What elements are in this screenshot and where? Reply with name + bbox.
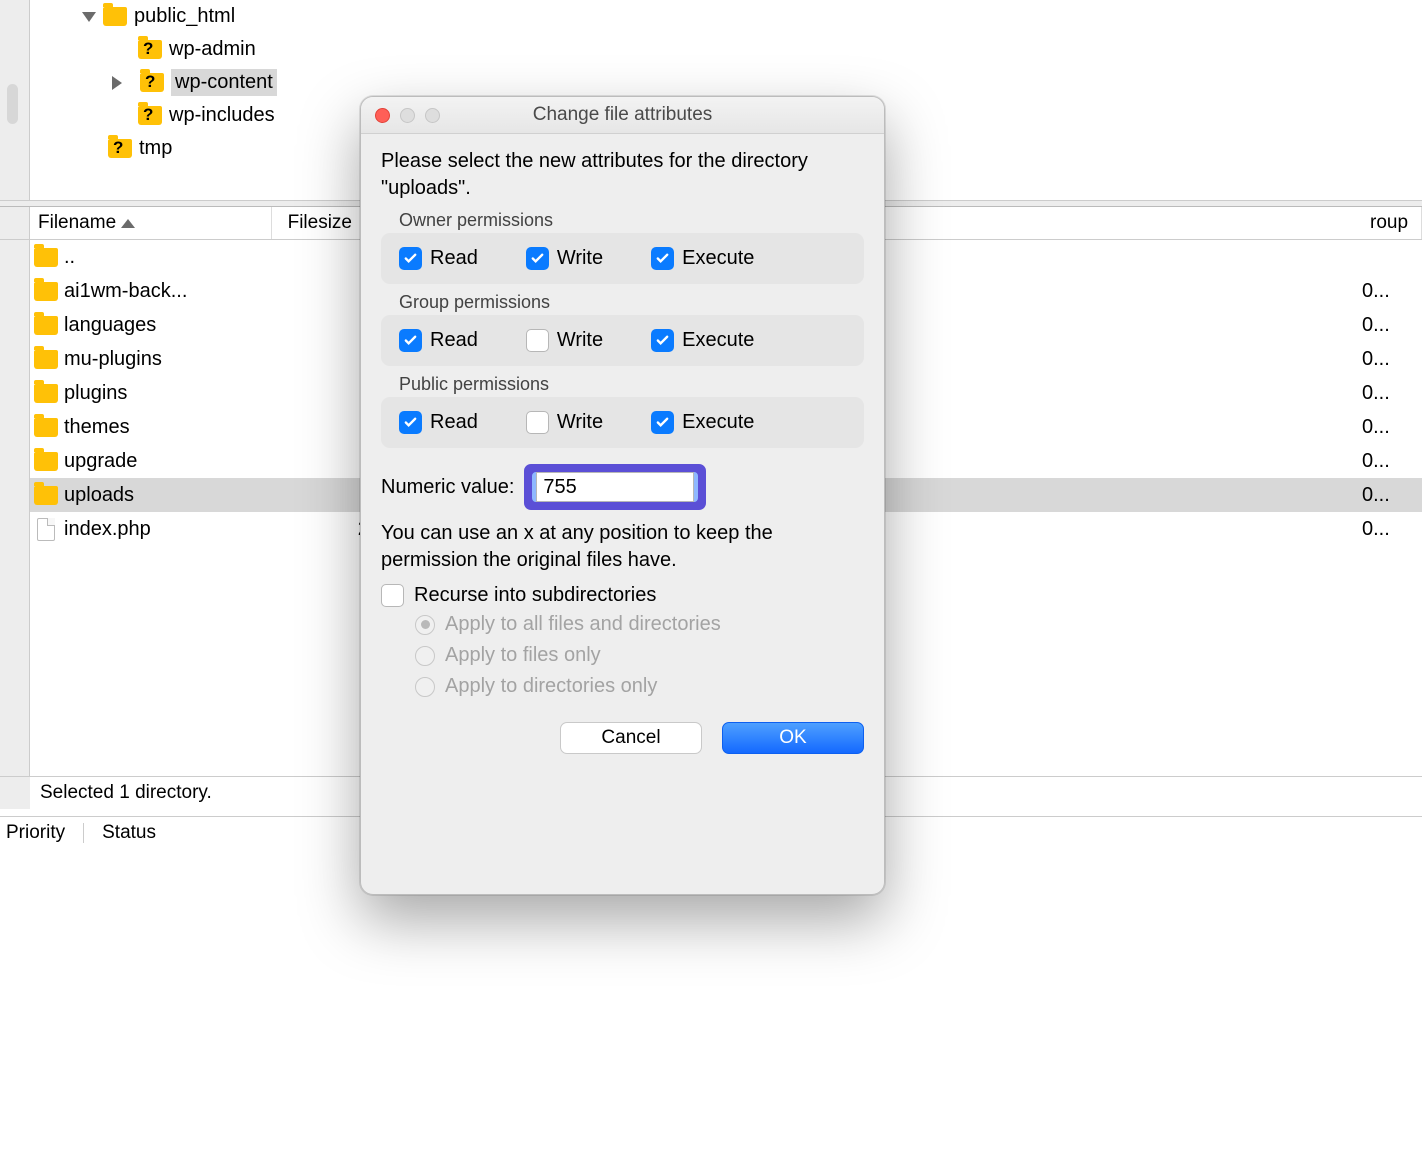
file-group: 0... (1362, 518, 1422, 541)
public-execute-checkbox[interactable]: Execute (651, 411, 754, 434)
checkbox-label: Recurse into subdirectories (414, 584, 656, 607)
header-filesize[interactable]: Filesize (272, 207, 361, 239)
hint-text: You can use an x at any position to keep… (381, 520, 864, 574)
cancel-button[interactable]: Cancel (560, 722, 702, 754)
pane-handle[interactable] (7, 84, 18, 124)
group-permissions: Read Write Execute (381, 315, 864, 366)
file-name: ai1wm-back... (62, 280, 300, 303)
header-label: Filename (38, 212, 116, 234)
apply-dirs-radio: Apply to directories only (415, 675, 864, 698)
file-name: upgrade (62, 450, 300, 473)
tree-label: wp-content (171, 69, 277, 96)
chevron-down-icon[interactable] (82, 12, 96, 22)
public-permissions: Read Write Execute (381, 397, 864, 448)
file-name: uploads (62, 484, 300, 507)
public-read-checkbox[interactable]: Read (399, 411, 478, 434)
checkbox-label: Read (430, 247, 478, 270)
group-permissions-label: Group permissions (399, 292, 864, 313)
change-attributes-dialog: Change file attributes Please select the… (360, 96, 885, 895)
folder-tree: public_html wp-admin wp-content wp-inclu… (45, 0, 385, 165)
radio-icon (415, 646, 435, 666)
dialog-title: Change file attributes (361, 104, 884, 126)
checkbox-label: Execute (682, 329, 754, 352)
owner-permissions-label: Owner permissions (399, 210, 864, 231)
folder-unknown-icon (108, 139, 132, 158)
apply-all-radio: Apply to all files and directories (415, 613, 864, 636)
file-name: languages (62, 314, 300, 337)
tree-label: tmp (139, 137, 172, 160)
header-filename[interactable]: Filename (30, 207, 272, 239)
numeric-value-input[interactable] (536, 472, 694, 502)
owner-read-checkbox[interactable]: Read (399, 247, 478, 270)
radio-label: Apply to all files and directories (445, 613, 721, 636)
header-group[interactable]: roup (1362, 207, 1422, 239)
folder-icon (34, 248, 58, 267)
folder-icon (34, 316, 58, 335)
dialog-intro: Please select the new attributes for the… (381, 148, 864, 202)
tree-item-wp-includes[interactable]: wp-includes (45, 99, 385, 132)
radio-label: Apply to files only (445, 644, 601, 667)
file-icon (37, 518, 55, 541)
chevron-right-icon[interactable] (112, 76, 122, 90)
public-permissions-label: Public permissions (399, 374, 864, 395)
file-group: 0... (1362, 280, 1422, 303)
folder-unknown-icon (138, 40, 162, 59)
radio-label: Apply to directories only (445, 675, 657, 698)
file-name: plugins (62, 382, 300, 405)
tree-item-wp-content[interactable]: wp-content (45, 66, 385, 99)
group-write-checkbox[interactable]: Write (526, 329, 603, 352)
checkbox-label: Write (557, 247, 603, 270)
group-read-checkbox[interactable]: Read (399, 329, 478, 352)
file-name: index.php (62, 518, 300, 541)
file-group: 0... (1362, 382, 1422, 405)
radio-icon (415, 677, 435, 697)
folder-icon (34, 452, 58, 471)
dialog-titlebar[interactable]: Change file attributes (361, 97, 884, 134)
tree-label: wp-includes (169, 104, 275, 127)
checkbox-label: Write (557, 329, 603, 352)
apply-files-radio: Apply to files only (415, 644, 864, 667)
tree-item-tmp[interactable]: tmp (45, 132, 385, 165)
numeric-value-label: Numeric value: (381, 476, 514, 499)
owner-permissions: Read Write Execute (381, 233, 864, 284)
checkbox-label: Read (430, 329, 478, 352)
bottom-priority[interactable]: Priority (6, 822, 65, 844)
file-group: 0... (1362, 484, 1422, 507)
checkbox-label: Read (430, 411, 478, 434)
file-group: 0... (1362, 348, 1422, 371)
file-name: mu-plugins (62, 348, 300, 371)
checkbox-label: Execute (682, 247, 754, 270)
recurse-checkbox[interactable]: Recurse into subdirectories (381, 584, 864, 607)
tree-label: public_html (134, 5, 235, 28)
tree-label: wp-admin (169, 38, 256, 61)
ok-button[interactable]: OK (722, 722, 864, 754)
public-write-checkbox[interactable]: Write (526, 411, 603, 434)
sort-asc-icon (121, 219, 135, 228)
bottom-status[interactable]: Status (102, 822, 156, 844)
file-name: .. (62, 246, 300, 269)
owner-write-checkbox[interactable]: Write (526, 247, 603, 270)
group-execute-checkbox[interactable]: Execute (651, 329, 754, 352)
owner-execute-checkbox[interactable]: Execute (651, 247, 754, 270)
file-group: 0... (1362, 450, 1422, 473)
file-name: themes (62, 416, 300, 439)
tree-item-public-html[interactable]: public_html (45, 0, 385, 33)
folder-icon (34, 350, 58, 369)
file-group: 0... (1362, 416, 1422, 439)
folder-icon (34, 282, 58, 301)
tree-item-wp-admin[interactable]: wp-admin (45, 33, 385, 66)
file-group: 0... (1362, 314, 1422, 337)
folder-icon (34, 486, 58, 505)
folder-icon (103, 7, 127, 26)
folder-unknown-icon (138, 106, 162, 125)
folder-icon (34, 418, 58, 437)
folder-icon (34, 384, 58, 403)
folder-unknown-icon (140, 73, 164, 92)
checkbox-label: Write (557, 411, 603, 434)
radio-icon (415, 615, 435, 635)
checkbox-label: Execute (682, 411, 754, 434)
